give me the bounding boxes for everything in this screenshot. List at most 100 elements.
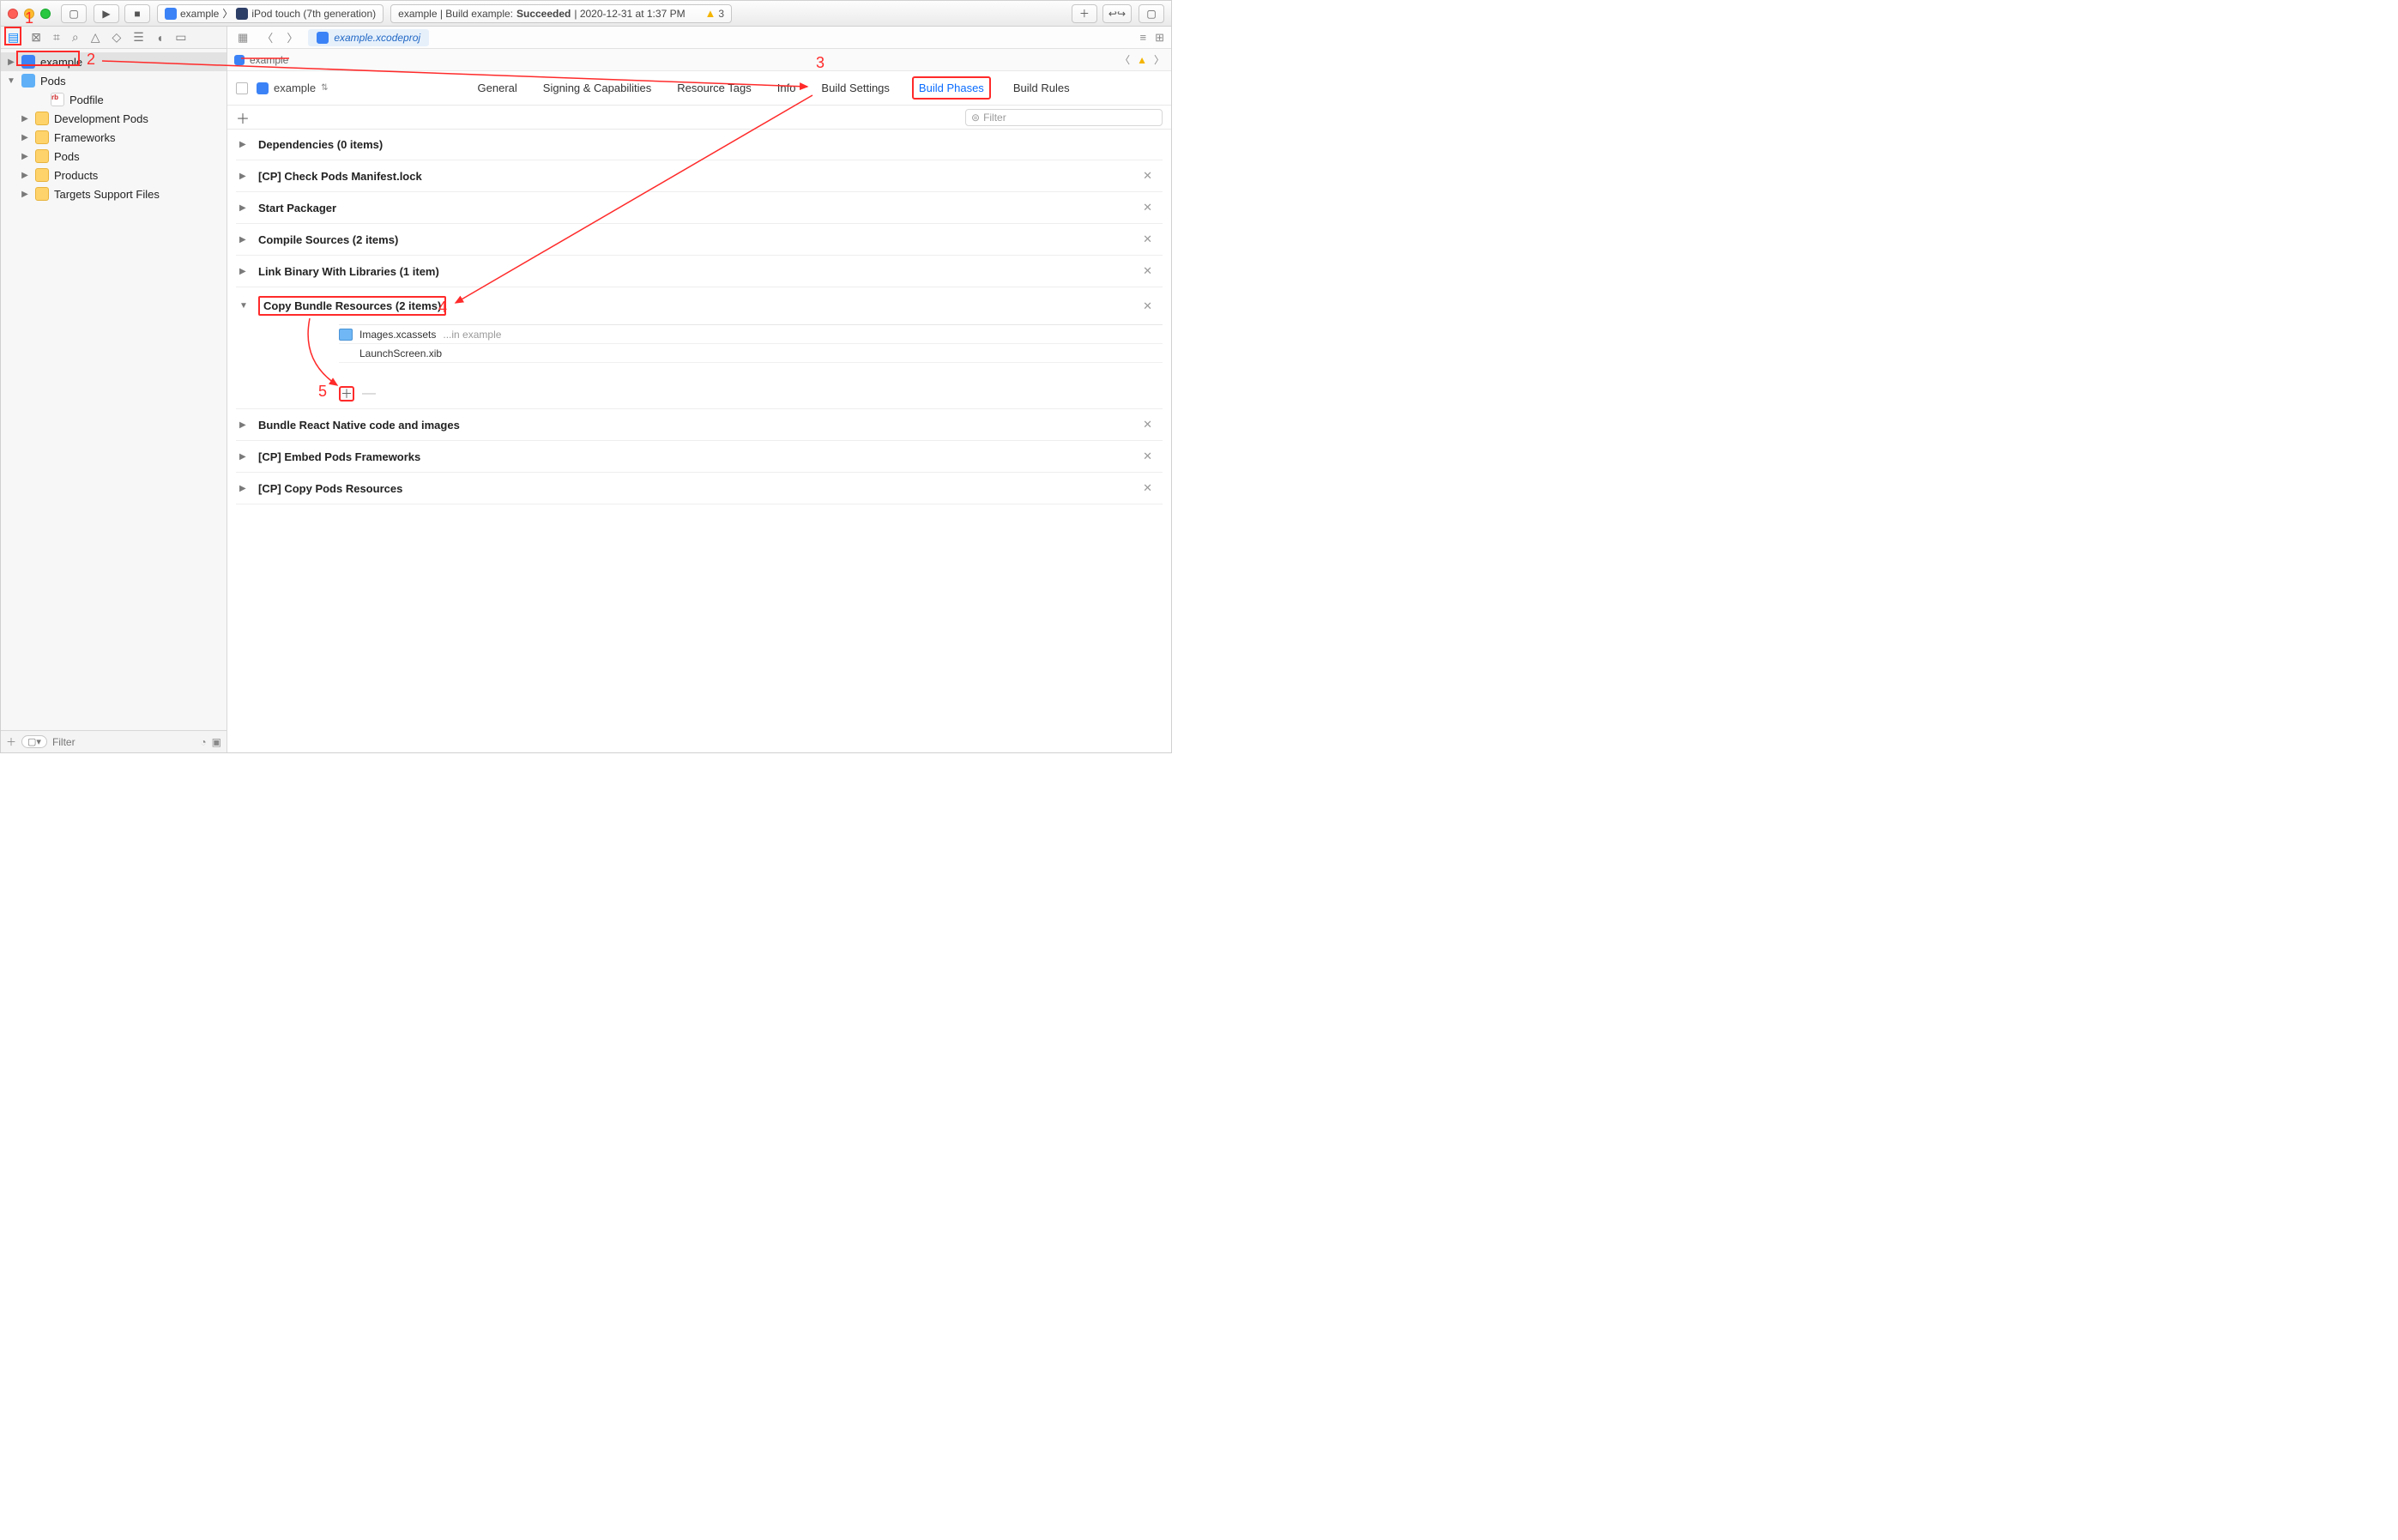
phase-header[interactable]: ▶ Link Binary With Libraries (1 item) ✕ (236, 256, 1163, 287)
nav-back-button[interactable]: 〈 (258, 29, 276, 45)
report-navigator-icon[interactable]: ▭ (175, 30, 186, 45)
folder-icon (35, 149, 49, 163)
related-items-icon[interactable]: ▦ (234, 31, 251, 45)
issue-navigator-icon[interactable]: △ (91, 30, 100, 45)
tab-build-settings[interactable]: Build Settings (818, 76, 893, 100)
disclose-icon[interactable]: ▶ (20, 152, 30, 161)
disclose-icon[interactable]: ▶ (239, 235, 250, 245)
filter-scope-button[interactable]: ▢▾ (21, 735, 47, 748)
jump-back-icon[interactable]: 〈 (1120, 52, 1130, 67)
phase-title: Start Packager (258, 202, 336, 214)
stop-button[interactable]: ■ (124, 4, 150, 23)
find-navigator-icon[interactable]: ⌕ (72, 30, 79, 45)
nav-item-label: Products (54, 169, 98, 182)
remove-phase-button[interactable]: ✕ (1136, 264, 1159, 278)
disclose-icon[interactable]: ▶ (20, 190, 30, 199)
phase-header[interactable]: ▶ Dependencies (0 items) (236, 130, 1163, 160)
remove-phase-button[interactable]: ✕ (1136, 169, 1159, 183)
scheme-selector[interactable]: example 〉 iPod touch (7th generation) (157, 4, 384, 23)
nav-item-products[interactable]: ▶ Products (1, 166, 227, 184)
run-button[interactable]: ▶ (94, 4, 119, 23)
phase-header[interactable]: ▼ Copy Bundle Resources (2 items) ✕ (236, 287, 1163, 324)
disclose-icon[interactable]: ▼ (6, 76, 16, 86)
minimize-window-button[interactable] (24, 9, 34, 19)
remove-resource-button[interactable]: — (361, 386, 377, 402)
remove-phase-button[interactable]: ✕ (1136, 233, 1159, 246)
remove-phase-button[interactable]: ✕ (1136, 481, 1159, 495)
activity-status[interactable]: example | Build example: Succeeded | 202… (390, 4, 732, 23)
nav-item-label: Frameworks (54, 131, 116, 144)
target-popup[interactable]: example ⇅ (257, 82, 329, 94)
tab-build-rules[interactable]: Build Rules (1010, 76, 1073, 100)
tab-signing[interactable]: Signing & Capabilities (540, 76, 655, 100)
add-phase-button[interactable]: ＋ (236, 107, 250, 128)
disclose-icon[interactable]: ▶ (239, 267, 250, 276)
nav-item-podfile[interactable]: rb Podfile (1, 90, 227, 109)
cbr-row-launchscreen-xib[interactable]: LaunchScreen.xib (339, 343, 1163, 362)
phase-header[interactable]: ▶ [CP] Copy Pods Resources ✕ (236, 473, 1163, 504)
targets-list-toggle[interactable] (236, 82, 248, 94)
nav-item-pods-project[interactable]: ▼ Pods (1, 71, 227, 90)
phase-header[interactable]: ▶ [CP] Embed Pods Frameworks ✕ (236, 441, 1163, 472)
disclose-icon[interactable]: ▶ (20, 114, 30, 124)
nav-item-pods-folder[interactable]: ▶ Pods (1, 147, 227, 166)
recent-filter-icon[interactable]: ◔ (200, 736, 206, 748)
toggle-inspectors-button[interactable]: ▢ (1139, 4, 1164, 23)
tab-general[interactable]: General (474, 76, 521, 100)
source-control-navigator-icon[interactable]: ⊠ (31, 30, 41, 45)
close-window-button[interactable] (8, 9, 18, 19)
disclose-icon[interactable]: ▶ (239, 140, 250, 149)
phase-header[interactable]: ▶ Compile Sources (2 items) ✕ (236, 224, 1163, 255)
nav-item-frameworks[interactable]: ▶ Frameworks (1, 128, 227, 147)
phases-filter-field[interactable]: ⊜ Filter (965, 109, 1163, 126)
tab-resource-tags[interactable]: Resource Tags (673, 76, 754, 100)
navigator-filter-input[interactable] (52, 736, 195, 748)
phase-header[interactable]: ▶ [CP] Check Pods Manifest.lock ✕ (236, 160, 1163, 191)
disclose-icon[interactable]: ▶ (20, 171, 30, 180)
remove-phase-button[interactable]: ✕ (1136, 201, 1159, 214)
tab-info[interactable]: Info (774, 76, 800, 100)
warnings-badge[interactable]: ▲ 3 (704, 7, 724, 20)
project-navigator-icon[interactable]: ▤ (8, 30, 19, 45)
nav-item-targets-support-files[interactable]: ▶ Targets Support Files (1, 184, 227, 203)
phase-header[interactable]: ▶ Start Packager ✕ (236, 192, 1163, 223)
add-resource-button[interactable]: ＋ (339, 386, 354, 402)
disclose-icon[interactable]: ▶ (239, 203, 250, 213)
remove-phase-button[interactable]: ✕ (1136, 299, 1159, 313)
breakpoint-navigator-icon[interactable]: ◖ (156, 31, 163, 45)
breadcrumb-project[interactable]: example (250, 54, 288, 66)
remove-phase-button[interactable]: ✕ (1136, 450, 1159, 463)
disclose-icon[interactable]: ▶ (20, 133, 30, 142)
nav-item-development-pods[interactable]: ▶ Development Pods (1, 109, 227, 128)
breadcrumb-project-icon (234, 55, 245, 65)
zoom-window-button[interactable] (40, 9, 51, 19)
add-editor-icon[interactable]: ⊞ (1155, 31, 1164, 45)
add-files-button[interactable]: ＋ (6, 734, 16, 749)
debug-navigator-icon[interactable]: ☰ (133, 30, 144, 45)
nav-item-example-project[interactable]: ▶ example (1, 52, 227, 71)
phase-header[interactable]: ▶ Bundle React Native code and images ✕ (236, 409, 1163, 440)
symbol-navigator-icon[interactable]: ⌗ (53, 30, 60, 45)
jump-forward-icon[interactable]: 〉 (1154, 52, 1164, 67)
breadcrumb-warning-icon[interactable]: ▲ (1137, 54, 1147, 66)
scm-filter-icon[interactable]: ▣ (212, 736, 221, 748)
disclose-icon[interactable]: ▶ (239, 420, 250, 430)
titlebar: ▢ ▶ ■ example 〉 iPod touch (7th generati… (1, 1, 1171, 27)
disclose-icon[interactable]: ▶ (6, 57, 16, 67)
disclose-icon[interactable]: ▼ (239, 301, 250, 311)
disclose-icon[interactable]: ▶ (239, 172, 250, 181)
remove-phase-button[interactable]: ✕ (1136, 418, 1159, 432)
tab-build-phases[interactable]: Build Phases (912, 76, 991, 100)
open-tab-xcodeproj[interactable]: example.xcodeproj (308, 29, 429, 46)
editor-options-icon[interactable]: ≡ (1140, 31, 1147, 45)
scheme-target-label: example (180, 8, 219, 20)
phase-title: Compile Sources (2 items) (258, 233, 398, 246)
toggle-navigator-button[interactable]: ▢ (61, 4, 87, 23)
test-navigator-icon[interactable]: ◇ (112, 30, 121, 45)
disclose-icon[interactable]: ▶ (239, 484, 250, 493)
library-add-button[interactable]: ＋ (1072, 4, 1097, 23)
nav-forward-button[interactable]: 〉 (283, 29, 301, 45)
disclose-icon[interactable]: ▶ (239, 452, 250, 462)
code-review-button[interactable]: ↩↪ (1102, 4, 1132, 23)
cbr-row-images-xcassets[interactable]: Images.xcassets ...in example (339, 324, 1163, 343)
